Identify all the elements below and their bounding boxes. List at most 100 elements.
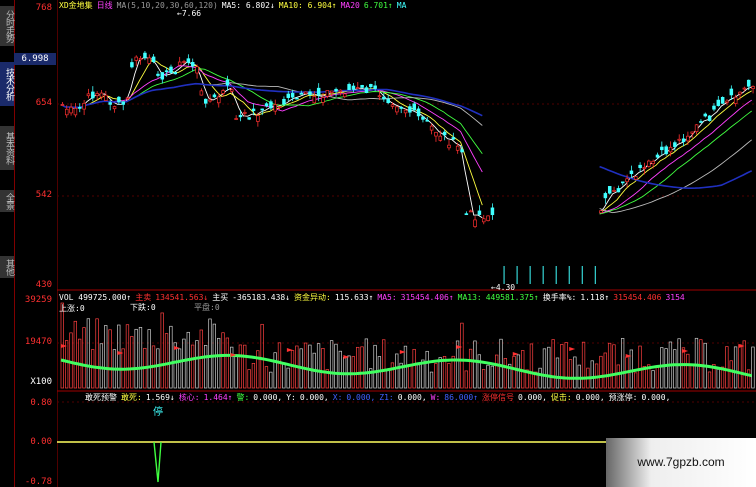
volume-bar [408,364,412,389]
tab-other[interactable]: 其他 [0,256,14,278]
volume-bar [751,346,755,389]
indicator-header-item: 0.000, [253,393,283,402]
volume-header-item: 115.633↑ [334,293,374,302]
indicator-header-item: 涨停信号 [482,393,515,402]
candle-body [234,118,238,120]
volume-bar [560,344,564,389]
candle-body [82,102,86,110]
candle-body [329,90,334,94]
volume-bar [99,343,104,389]
ma5-line [60,57,752,219]
up-count-label: 上涨:0 [59,304,85,313]
volume-bar [290,350,295,389]
high-price-value: 7.66 [181,9,202,18]
volume-bar [256,350,260,389]
ma120-line [60,82,753,190]
volume-header-item: MA13: [457,293,482,302]
volume-bar [95,318,99,389]
candle-body [64,108,69,116]
volume-bar [282,362,286,389]
volume-bar [269,371,273,389]
tab-intraday[interactable]: 分时走势 [0,6,14,46]
volume-bar [729,360,733,389]
volume-header-item: 主买 [212,293,229,302]
candle-body [186,58,191,63]
current-price-flag: 6.998 [14,53,56,65]
chart-area[interactable]: XD金地集 日线 MA(5,10,20,30,60,120) MA5: 6.802↓ M… [57,0,756,487]
volume-bar [434,363,438,389]
candle-body [217,96,221,104]
volume-bar [356,346,360,389]
candle-body [295,97,299,100]
candle-body [408,106,412,113]
volume-bar [425,350,429,389]
candle-body [108,102,112,105]
down-count-label: 下跌:0 [130,303,156,312]
candle-body [251,108,256,112]
volume-header-item: MA5: [377,293,397,302]
volume-flag [682,349,689,353]
indicator-header-item: 0.000, [641,393,671,402]
candle-body [425,119,430,122]
volume-bar [382,339,386,389]
price-header-item: MA5: 6.802↓ [221,1,275,10]
volume-bar [195,340,199,389]
candle-body [273,104,277,112]
candle-body [655,154,660,158]
volume-bar [390,362,395,389]
volume-flag [456,345,463,349]
candle-body [243,112,247,114]
candle-body [607,186,612,194]
indicator-header-item: 0.000, [397,393,427,402]
candle-body [442,131,447,136]
indicator-header-item: 1.569↓ [145,393,175,402]
indicator-header-item: 促击: [550,393,572,402]
tab-fundamentals[interactable]: 基本资料 [0,126,14,170]
tab-technical-analysis[interactable]: 技术分析 [0,62,14,106]
candle-body [177,61,182,66]
volume-bar [138,327,143,389]
price-header-item: XD金地集 [59,1,93,10]
indicator-spike [153,441,162,483]
candle-body [712,105,716,110]
volume-flag [512,352,519,356]
candle-body [403,109,408,114]
volume-bar [260,323,264,389]
candle-body [603,193,608,199]
candle-body [373,85,377,89]
tab-panorama[interactable]: 全景 [0,190,14,212]
volume-header-item: 315454.406↑ [400,293,454,302]
candle-body [660,146,664,151]
volume-bar [69,332,73,389]
volume-bar [634,372,638,389]
volume-bar [573,356,577,389]
candle-body [225,79,230,86]
volume-bar [538,367,542,389]
candle-body [364,87,369,93]
candle-body [412,103,416,111]
volume-bar [742,340,746,389]
stop-signal-label: 停 [153,407,163,418]
candle-body [256,115,260,122]
volume-header-item: 315454.406 [613,293,662,302]
volume-bar [499,338,503,389]
candle-body [468,210,473,213]
volume-bar [386,369,390,389]
volume-bar [716,368,720,389]
volume-tick-mid: 19470 [24,337,52,347]
candle-body [173,71,178,75]
volume-flag [399,350,406,354]
volume-bar [616,364,620,389]
candle-body [612,190,616,192]
flat-count-label: 平盘:0 [194,303,220,312]
volume-bar [607,342,612,389]
candle-body [104,94,108,101]
volume-bar [460,322,464,389]
candle-body [746,79,751,87]
candle-body [316,87,321,96]
candle-body [716,99,721,106]
candle-body [677,138,681,141]
candle-body [347,84,351,91]
candle-body [308,91,312,95]
volume-bar [746,369,751,389]
